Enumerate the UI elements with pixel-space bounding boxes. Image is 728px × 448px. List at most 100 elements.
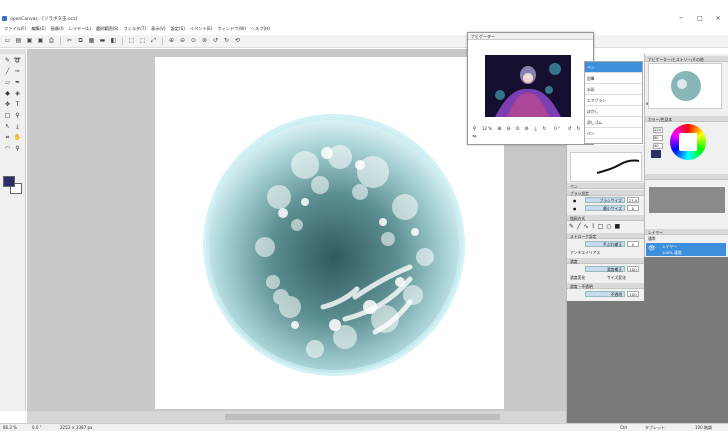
- blur-tool-icon[interactable]: ✒: [13, 79, 22, 87]
- size-change-checkbox[interactable]: サイズ変化: [607, 275, 626, 281]
- polyline-icon[interactable]: ⌇: [592, 223, 595, 230]
- density-slider[interactable]: 濃度補正: [585, 266, 625, 272]
- line-icon[interactable]: ╱: [577, 223, 581, 230]
- color-wheel[interactable]: [670, 124, 706, 160]
- open-icon[interactable]: ▤: [15, 37, 23, 45]
- gradient-tool-icon[interactable]: ◈: [13, 90, 22, 98]
- zoom-fit-icon[interactable]: ⊙: [190, 37, 198, 45]
- fill-icon[interactable]: ◧: [110, 37, 118, 45]
- freehand-icon[interactable]: ✎: [569, 223, 574, 230]
- print-icon[interactable]: ⎙: [48, 37, 56, 45]
- layer-row[interactable]: 👁 レイヤー 100% 通常: [646, 243, 726, 256]
- palette-header[interactable]: [645, 174, 728, 180]
- zoom-actual-icon[interactable]: ⊚: [523, 126, 530, 132]
- menu-settings[interactable]: 設定(S): [169, 26, 187, 32]
- reset-rotation-icon[interactable]: ⟲: [234, 37, 242, 45]
- drawing-canvas[interactable]: [155, 57, 504, 409]
- opacity-slider[interactable]: 不透明: [585, 291, 625, 297]
- rotate-right-icon[interactable]: ↻: [223, 37, 231, 45]
- value-input[interactable]: 40: [653, 143, 663, 149]
- zoom-fit-icon[interactable]: ⊙: [514, 126, 521, 132]
- save-icon[interactable]: ▣: [26, 37, 34, 45]
- brush-list-item[interactable]: ぼかし: [585, 106, 642, 117]
- pen-tool-icon[interactable]: ✎: [3, 57, 12, 65]
- new-file-icon[interactable]: ▭: [4, 37, 12, 45]
- lasso-tool-icon[interactable]: ➰: [13, 57, 22, 65]
- brush-list-item[interactable]: エアブラシ: [585, 95, 642, 106]
- foreground-color-swatch[interactable]: [3, 176, 15, 187]
- hand-tool-icon[interactable]: ✋: [13, 134, 22, 142]
- menu-filter[interactable]: フィルタ(T): [122, 26, 149, 32]
- copy-icon[interactable]: ⧉: [77, 37, 85, 45]
- current-color-swatch[interactable]: [651, 150, 661, 158]
- search-icon[interactable]: ⚲: [13, 145, 22, 153]
- menu-event[interactable]: イベント(E): [188, 26, 215, 32]
- cut-icon[interactable]: ✂: [66, 37, 74, 45]
- history-tab-header[interactable]: ナビゲーター/ヒストリー/その他: [645, 56, 728, 62]
- horizontal-scrollbar[interactable]: [225, 414, 500, 420]
- fill-tool-icon[interactable]: ◆: [3, 90, 12, 98]
- color-panel-header[interactable]: カラー/色見本: [645, 116, 728, 122]
- brush-tool-icon[interactable]: ╱: [3, 68, 12, 76]
- airbrush-tool-icon[interactable]: ✑: [13, 68, 22, 76]
- min-size-slider[interactable]: 最小サイズ: [585, 205, 625, 211]
- density-change-checkbox[interactable]: 濃度変化: [570, 275, 585, 281]
- curve-icon[interactable]: ∿: [584, 223, 589, 230]
- min-size-value[interactable]: 0: [627, 205, 639, 211]
- brush-list-item[interactable]: 鉛筆: [585, 73, 642, 84]
- menu-image[interactable]: 画像(I): [49, 26, 66, 32]
- text-tool-icon[interactable]: T: [13, 101, 22, 109]
- rotate-left-icon[interactable]: ↺: [566, 126, 573, 132]
- save-as-icon[interactable]: ▣: [37, 37, 45, 45]
- ellipse-icon[interactable]: ○: [606, 223, 611, 230]
- stabilizer-slider[interactable]: 手ぶれ補正: [585, 241, 625, 247]
- move-tool-icon[interactable]: ✥: [3, 101, 12, 109]
- menu-edit[interactable]: 編集(E): [29, 26, 47, 32]
- minimize-button[interactable]: ─: [674, 14, 688, 23]
- brush-list-item[interactable]: 消しゴム: [585, 117, 642, 128]
- navigator-zoom-value[interactable]: 12 %: [480, 126, 494, 132]
- zoom-in-icon[interactable]: ⊕: [496, 126, 503, 132]
- select-all-icon[interactable]: ⬚: [128, 37, 136, 45]
- zoom-in-icon[interactable]: ⊕: [168, 37, 176, 45]
- brush-size-slider[interactable]: ブラシサイズ: [585, 197, 625, 203]
- rotate-tool-icon[interactable]: ◠: [3, 145, 12, 153]
- menu-layer[interactable]: レイヤー(L): [67, 26, 93, 32]
- transform-icon[interactable]: ⤢: [150, 37, 158, 45]
- flip-icon[interactable]: ⇋: [471, 134, 478, 140]
- menu-selection[interactable]: 選択範囲(S): [94, 26, 121, 32]
- opacity-value[interactable]: 100: [627, 291, 639, 297]
- zoom-out-icon[interactable]: ⊖: [179, 37, 187, 45]
- stabilizer-value[interactable]: 0: [627, 241, 639, 247]
- density-section[interactable]: 濃度: [567, 258, 645, 264]
- saturation-input[interactable]: 60: [653, 135, 663, 141]
- palette-area[interactable]: [649, 187, 725, 213]
- maximize-button[interactable]: □: [693, 14, 707, 23]
- zoom-out-icon[interactable]: ⊖: [505, 126, 512, 132]
- brush-list-item[interactable]: ペン: [585, 62, 642, 73]
- menu-view[interactable]: 表示(V): [149, 26, 168, 32]
- brush-size-value[interactable]: 27.0: [627, 197, 639, 203]
- zoom-actual-icon[interactable]: ⊚: [201, 37, 209, 45]
- color-square[interactable]: [679, 133, 697, 151]
- brush-list-item[interactable]: 水彩: [585, 84, 642, 95]
- menu-file[interactable]: ファイル(F): [2, 26, 28, 32]
- rotate-left-icon[interactable]: ↺: [212, 37, 220, 45]
- delete-icon[interactable]: ▬: [99, 37, 107, 45]
- layer-blend-mode[interactable]: 通常: [648, 236, 656, 242]
- rotate-icon[interactable]: ↻: [541, 126, 548, 132]
- brush-list-item[interactable]: ぺン: [585, 128, 642, 139]
- navigator-rotation-value[interactable]: 0 °: [550, 126, 564, 132]
- hue-input[interactable]: 220: [653, 127, 663, 133]
- eraser-tool-icon[interactable]: ▱: [3, 79, 12, 87]
- brush-settings-section[interactable]: ブラシ設定: [567, 190, 645, 196]
- rotate-right-icon[interactable]: ↻: [575, 126, 582, 132]
- zoom-tool-icon[interactable]: ⚲: [13, 112, 22, 120]
- close-button[interactable]: ✕: [711, 14, 725, 23]
- rect-select-icon[interactable]: □: [3, 112, 12, 120]
- fill-shape-icon[interactable]: ■: [615, 223, 621, 230]
- visibility-icon[interactable]: 👁: [648, 245, 656, 252]
- menu-window[interactable]: ウィンドウ(W): [216, 26, 248, 32]
- antialias-row[interactable]: アンチエイリアス: [569, 249, 643, 255]
- navigator-thumbnail[interactable]: [485, 55, 571, 117]
